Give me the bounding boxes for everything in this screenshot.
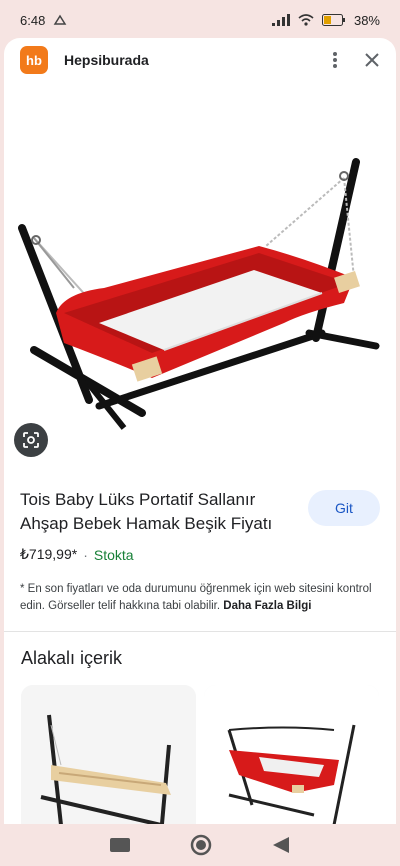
- recents-icon: [110, 838, 131, 852]
- related-card[interactable]: [204, 685, 379, 824]
- battery-icon: [321, 14, 345, 26]
- lens-search-button[interactable]: [14, 423, 48, 457]
- logo-text: hb: [26, 52, 42, 68]
- red-hammock-cradle-image: [204, 685, 379, 824]
- result-header: hb Hepsiburada: [4, 38, 396, 82]
- related-card[interactable]: [21, 685, 196, 824]
- signal-icon: [271, 14, 290, 26]
- product-title: Tois Baby Lüks Portatif Sallanır Ahşap B…: [20, 490, 273, 533]
- product-image[interactable]: [4, 88, 396, 476]
- lens-icon: [23, 432, 39, 448]
- home-icon: [190, 834, 212, 856]
- hepsiburada-logo: hb: [20, 46, 48, 74]
- status-bar: 6:48 38%: [0, 0, 400, 40]
- status-time: 6:48: [20, 12, 46, 28]
- hammock-cradle-image: [18, 158, 380, 430]
- product-price: ₺719,99*: [20, 546, 78, 562]
- back-button[interactable]: [271, 836, 291, 854]
- wooden-hammock-cradle-image: [21, 685, 196, 824]
- wifi-icon: [298, 14, 314, 26]
- notification-icon: [53, 14, 67, 25]
- more-options-button[interactable]: [332, 51, 338, 69]
- product-info: Tois Baby Lüks Portatif Sallanır Ahşap B…: [4, 476, 396, 615]
- home-button[interactable]: [190, 834, 212, 856]
- close-button[interactable]: [364, 52, 380, 68]
- battery-percent: 38%: [353, 12, 380, 28]
- close-icon: [365, 53, 379, 67]
- system-navigation-bar: [0, 824, 400, 866]
- back-icon: [272, 837, 289, 853]
- more-info-link[interactable]: Daha Fazla Bilgi: [223, 600, 311, 612]
- stock-status: Stokta: [93, 546, 134, 563]
- go-to-site-button[interactable]: Git: [308, 490, 380, 526]
- separator-dot: ·: [83, 546, 88, 563]
- google-lens-result-sheet: hb Hepsiburada Tois Baby Lüks Portatif S…: [4, 38, 396, 824]
- disclaimer-body: * En son fiyatları ve oda durumunu öğren…: [20, 583, 372, 612]
- site-name: Hepsiburada: [64, 52, 149, 68]
- related-content-title: Alakalı içerik: [21, 648, 123, 668]
- price-row: ₺719,99* · Stokta: [20, 546, 380, 563]
- related-cards: [4, 669, 396, 824]
- recents-button[interactable]: [109, 837, 131, 853]
- disclaimer-text: * En son fiyatları ve oda durumunu öğren…: [20, 581, 380, 615]
- more-vert-icon: [333, 52, 337, 68]
